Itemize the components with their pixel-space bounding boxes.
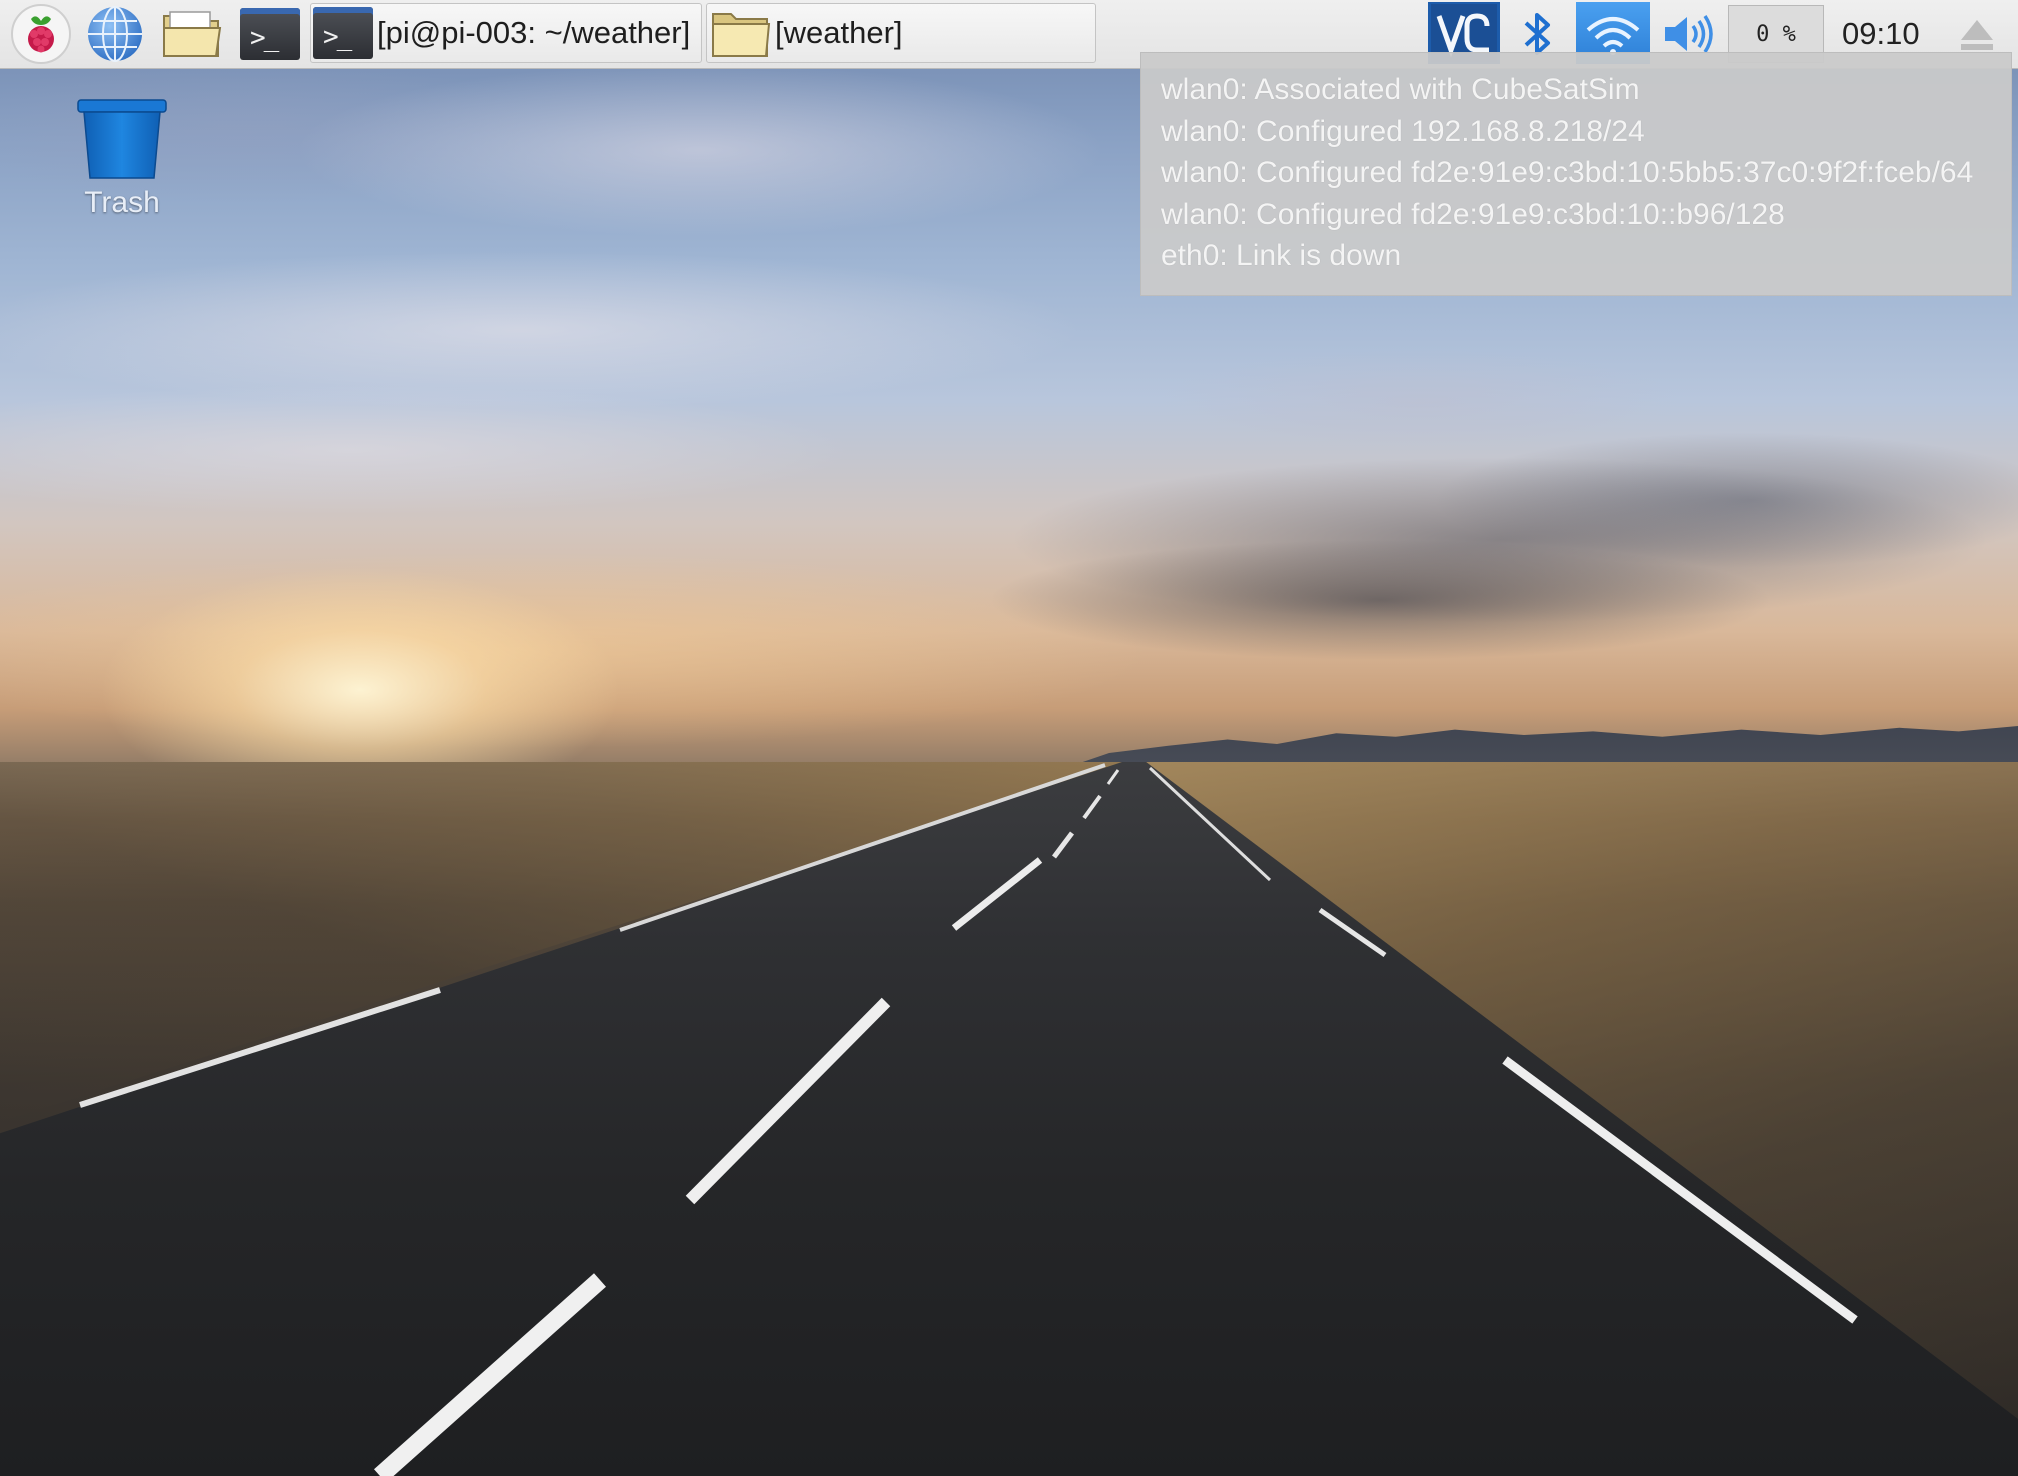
terminal-launcher-button[interactable]: >_ [236,4,304,64]
cpu-usage-value: 0 % [1756,21,1796,47]
notification-line: wlan0: Associated with CubeSatSim [1161,73,1640,106]
notification-line: wlan0: Configured 192.168.8.218/24 [1161,114,1645,148]
globe-icon [88,6,142,62]
task-folder-window[interactable]: [weather] [706,3,1096,63]
clock[interactable]: 09:10 [1842,10,1932,58]
notification-line: wlan0: Configured fd2e:91e9:c3bd:10::b96… [1161,197,1785,231]
terminal-glyph: >_ [250,23,279,53]
wifi-icon [1586,17,1640,55]
task-label: [weather] [775,15,903,50]
file-manager-button[interactable] [158,4,226,64]
applications-menu-button[interactable] [8,4,74,64]
notification-line: wlan0: Configured fd2e:91e9:c3bd:10:5bb5… [1161,156,1974,189]
raspberry-icon [11,4,71,64]
trash-icon [77,99,167,179]
desktop-icon-label: Trash [84,186,160,219]
clock-time: 09:10 [1842,16,1920,51]
network-notification[interactable]: wlan0: Associated with CubeSatSim wlan0:… [1140,52,2012,296]
web-browser-button[interactable] [82,4,148,64]
task-label: [pi@pi-003: ~/weather] [377,15,691,50]
terminal-icon: >_ [240,8,300,60]
folder-icon [163,11,222,57]
folder-icon [712,13,771,57]
eject-icon [1961,20,1993,50]
desktop-icon-trash[interactable]: Trash [70,96,174,230]
terminal-icon: >_ [313,7,373,59]
terminal-glyph: >_ [323,22,352,52]
notification-line: eth0: Link is down [1161,239,1402,272]
task-terminal-window[interactable]: >_ [pi@pi-003: ~/weather] [310,3,702,63]
